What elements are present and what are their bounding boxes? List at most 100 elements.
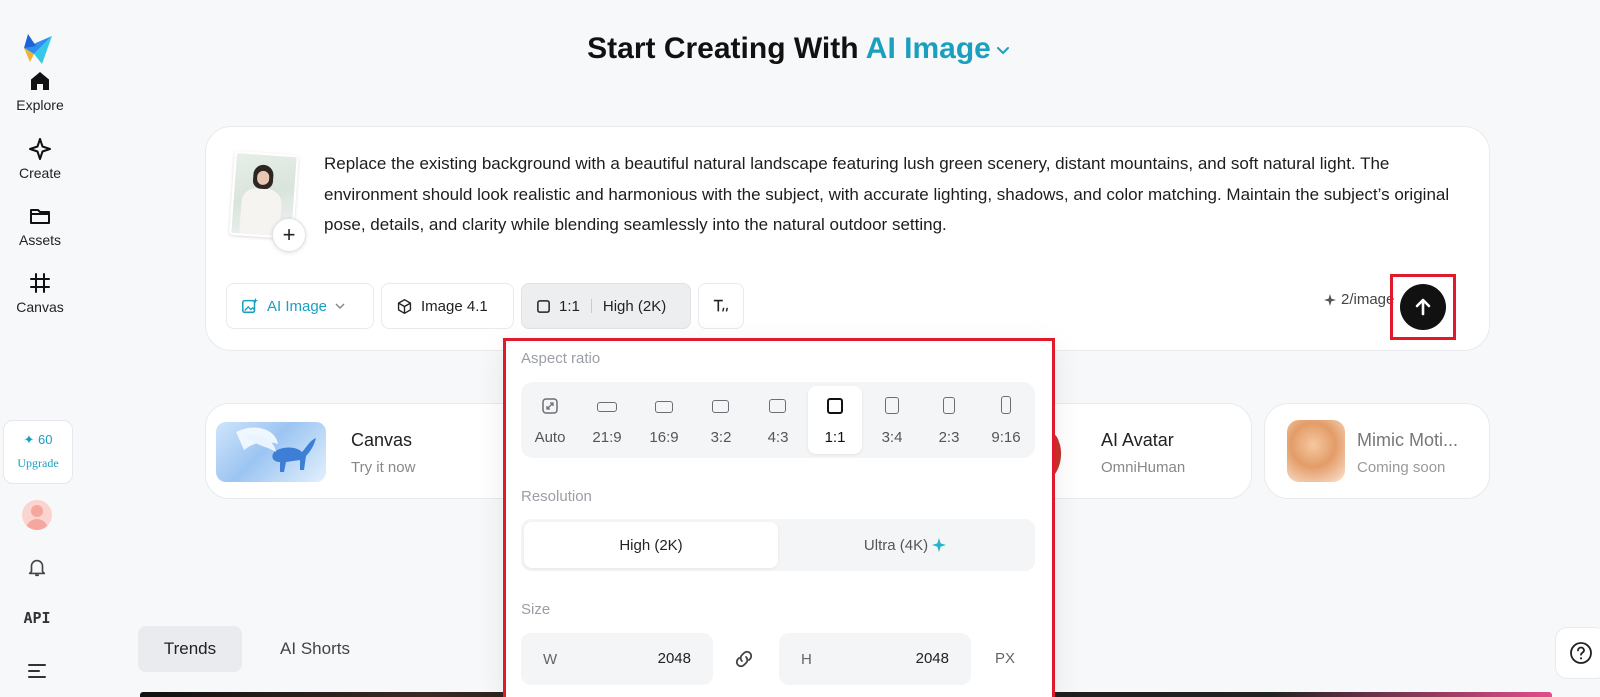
feature-title: AI Avatar xyxy=(1101,430,1174,450)
aspect-ratio-options: Auto 21:9 16:9 3:2 4:3 1:1 3:4 2:3 9:16 xyxy=(521,382,1035,458)
api-link[interactable]: API xyxy=(0,609,74,627)
resolution-option-high[interactable]: High (2K) xyxy=(524,522,778,568)
ratio-option-3-2[interactable]: 3:2 xyxy=(694,386,748,454)
sidebar-item-label: Assets xyxy=(18,232,61,248)
height-label: H xyxy=(801,651,812,668)
sidebar-item-canvas[interactable]: Canvas xyxy=(0,271,80,315)
sidebar-item-assets[interactable]: Assets xyxy=(0,204,80,248)
page-title: Start Creating With AI Image xyxy=(0,32,1600,66)
send-button[interactable] xyxy=(1400,284,1446,330)
ratio-option-label: 2:3 xyxy=(938,429,960,446)
sparkle-icon xyxy=(932,538,947,552)
ratio-shape xyxy=(597,402,617,412)
help-icon xyxy=(1570,642,1592,664)
avatar[interactable] xyxy=(22,500,52,530)
canvas-thumbnail xyxy=(216,422,326,482)
model-dropdown[interactable]: Image 4.1 xyxy=(381,283,514,329)
tab-ai-shorts[interactable]: AI Shorts xyxy=(263,626,367,672)
mode-label: AI Image xyxy=(865,32,991,65)
resolution-option-label: High (2K) xyxy=(619,536,683,554)
help-button[interactable] xyxy=(1555,627,1600,679)
image-sparkle-icon xyxy=(242,297,259,314)
ratio-option-label: 4:3 xyxy=(767,429,789,446)
sparkle-icon xyxy=(29,138,51,160)
sidebar: Explore Create Assets Canvas ✦ 60 Upgrad… xyxy=(0,0,80,697)
ratio-option-3-4[interactable]: 3:4 xyxy=(865,386,919,454)
cost-indicator: 2/image xyxy=(1324,291,1394,308)
sidebar-item-label: Canvas xyxy=(16,299,64,315)
credits-count: ✦ 60 xyxy=(23,432,53,447)
text-style-button[interactable] xyxy=(698,283,744,329)
resolution-options: High (2K) Ultra (4K) xyxy=(521,519,1035,571)
link-icon[interactable] xyxy=(732,647,756,671)
height-input[interactable] xyxy=(869,650,949,667)
ratio-option-21-9[interactable]: 21:9 xyxy=(580,386,634,454)
prompt-card: + Replace the existing background with a… xyxy=(205,126,1490,351)
width-input[interactable] xyxy=(611,650,691,667)
ratio-option-auto[interactable]: Auto xyxy=(523,386,577,454)
ratio-option-label: 21:9 xyxy=(592,429,622,446)
ratio-quality-dropdown[interactable]: 1:1 High (2K) xyxy=(521,283,691,329)
ratio-shape xyxy=(712,400,729,413)
prompt-input[interactable]: Replace the existing background with a b… xyxy=(324,149,1474,241)
menu-icon[interactable] xyxy=(27,661,47,679)
width-label: W xyxy=(543,651,558,668)
ratio-option-label: 16:9 xyxy=(649,429,679,446)
size-label: Size xyxy=(521,601,551,618)
arrow-up-icon xyxy=(1415,298,1431,316)
chevron-down-icon xyxy=(335,303,345,310)
sparkle-icon xyxy=(1324,293,1336,306)
page-title-text: Start Creating With xyxy=(587,32,859,65)
bell-icon[interactable] xyxy=(26,556,48,578)
ratio-option-1-1[interactable]: 1:1 xyxy=(808,386,862,454)
ratio-shape xyxy=(943,397,955,414)
ratio-option-9-16[interactable]: 9:16 xyxy=(979,386,1033,454)
cost-label: 2/image xyxy=(1341,291,1395,308)
sidebar-item-label: Explore xyxy=(16,97,64,113)
ratio-shape xyxy=(655,401,673,413)
ratio-option-16-9[interactable]: 16:9 xyxy=(637,386,691,454)
avatar-body xyxy=(26,519,48,530)
mimic-thumbnail xyxy=(1287,420,1345,482)
ratio-option-4-3[interactable]: 4:3 xyxy=(751,386,805,454)
ratio-option-label: Auto xyxy=(534,429,566,446)
ratio-option-label: 9:16 xyxy=(991,429,1021,446)
square-ratio-icon xyxy=(537,299,550,313)
feature-card-mimic-motion[interactable]: Mimic Moti... Coming soon xyxy=(1264,403,1490,499)
ratio-option-label: 1:1 xyxy=(824,429,846,446)
sidebar-item-explore[interactable]: Explore xyxy=(0,69,80,113)
avatar-head xyxy=(31,505,43,517)
height-field[interactable]: H xyxy=(779,633,971,685)
ratio-shape xyxy=(1001,396,1011,414)
auto-ratio-icon xyxy=(542,398,558,414)
ratio-quality-panel: Aspect ratio Auto 21:9 16:9 3:2 4:3 1:1 xyxy=(503,338,1055,697)
feature-title: Canvas xyxy=(351,430,413,450)
tab-trends[interactable]: Trends xyxy=(138,626,242,672)
ratio-option-label: 3:2 xyxy=(710,429,732,446)
resolution-label: Resolution xyxy=(521,488,592,505)
upgrade-label: Upgrade xyxy=(17,456,59,470)
ratio-option-2-3[interactable]: 2:3 xyxy=(922,386,976,454)
sidebar-item-create[interactable]: Create xyxy=(0,137,80,181)
feature-subtitle: OmniHuman xyxy=(1101,459,1186,476)
mode-dropdown-label: AI Image xyxy=(267,297,328,315)
resolution-option-ultra[interactable]: Ultra (4K) xyxy=(778,522,1032,568)
feature-title: Mimic Moti... xyxy=(1357,430,1458,450)
quality-label: High (2K) xyxy=(602,297,667,315)
feature-subtitle: Coming soon xyxy=(1357,459,1446,476)
add-image-button[interactable]: + xyxy=(272,218,306,252)
ratio-shape xyxy=(769,399,786,413)
width-field[interactable]: W xyxy=(521,633,713,685)
divider xyxy=(590,299,592,313)
mode-selector[interactable]: AI Image xyxy=(866,32,1013,65)
credits-upgrade-button[interactable]: ✦ 60 Upgrade xyxy=(3,420,73,484)
cube-icon xyxy=(397,298,412,314)
text-format-icon xyxy=(713,299,728,312)
ratio-shape xyxy=(885,397,899,414)
folder-icon xyxy=(30,209,50,224)
ratio-option-label: 3:4 xyxy=(881,429,903,446)
ratio-shape xyxy=(827,398,843,414)
sidebar-item-label: Create xyxy=(18,165,62,181)
model-label: Image 4.1 xyxy=(421,297,488,315)
mode-dropdown[interactable]: AI Image xyxy=(226,283,374,329)
